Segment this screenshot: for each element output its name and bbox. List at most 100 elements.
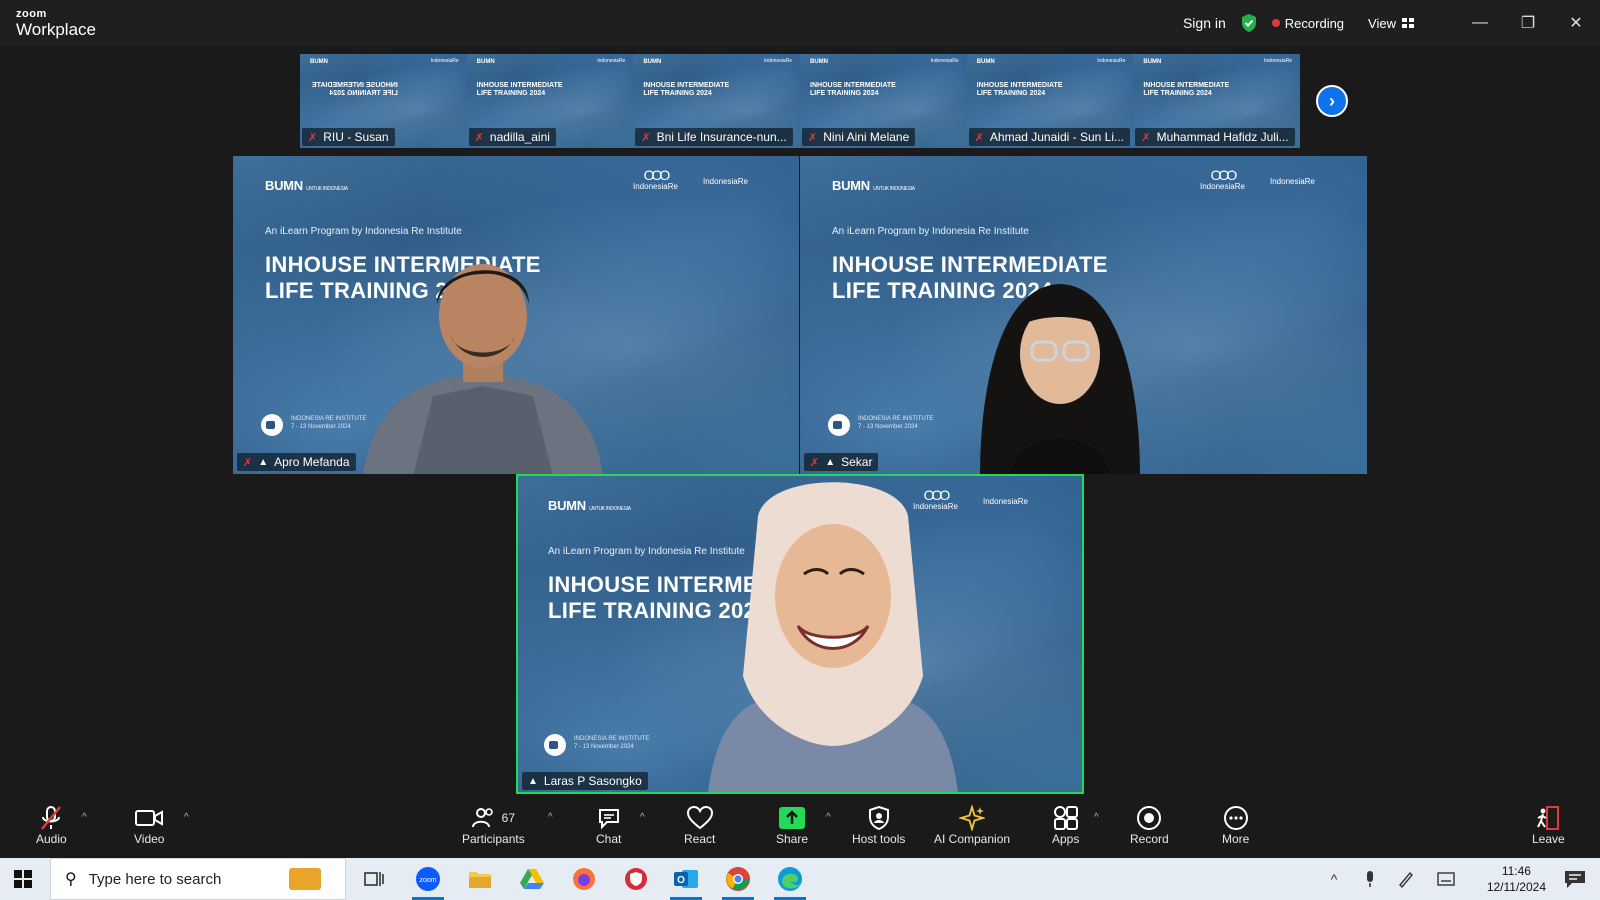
taskbar-search-box[interactable]: ⚲ Type here to search bbox=[50, 858, 346, 900]
keyboard-icon bbox=[1437, 872, 1455, 886]
pen-menu-button[interactable] bbox=[1394, 858, 1418, 900]
participant-thumbnail[interactable]: BUMN IndonesiaRe INHOUSE INTERMEDIATE LI… bbox=[466, 54, 634, 148]
host-tools-button[interactable]: Host tools bbox=[852, 804, 905, 846]
ai-companion-button[interactable]: AI Companion bbox=[934, 804, 1010, 846]
indonesia-re-institute-logo: IndonesiaRe bbox=[1270, 177, 1315, 187]
mic-muted-icon: ✗ bbox=[243, 456, 253, 469]
taskbar-security-app[interactable] bbox=[614, 858, 658, 900]
taskbar-chrome[interactable] bbox=[716, 858, 760, 900]
view-button[interactable]: View bbox=[1368, 16, 1414, 31]
logo-small-text: zoom bbox=[16, 8, 47, 20]
chat-options-caret-icon[interactable]: ^ bbox=[640, 812, 645, 823]
minimize-icon: — bbox=[1472, 14, 1488, 31]
restore-button[interactable]: ❐ bbox=[1504, 0, 1552, 46]
thumb-brand: BUMN bbox=[810, 59, 829, 65]
mic-muted-icon bbox=[41, 806, 62, 830]
taskbar-firefox[interactable] bbox=[562, 858, 606, 900]
participants-count: 67 bbox=[501, 811, 516, 825]
sign-in-link[interactable]: Sign in bbox=[1183, 15, 1226, 31]
leave-button[interactable]: Leave bbox=[1532, 804, 1565, 846]
thumb-headline: INHOUSE INTERMEDIATE LIFE TRAINING 2024 bbox=[810, 82, 896, 97]
brand-text: BUMN bbox=[832, 178, 870, 193]
share-options-caret-icon[interactable]: ^ bbox=[826, 812, 831, 823]
bumn-logo: BUMN UNTUK INDONESIA bbox=[548, 498, 631, 513]
react-button[interactable]: React bbox=[684, 804, 715, 846]
institute-text: INDONESIA RE INSTITUTE bbox=[574, 736, 650, 742]
partner2-text: IndonesiaRe bbox=[1270, 177, 1315, 186]
participant-name-tag: ✗ Muhammad Hafidz Juli... bbox=[1135, 128, 1295, 146]
more-options-icon bbox=[1223, 806, 1248, 830]
microphone-icon bbox=[1367, 871, 1373, 887]
thumb-partner-logo: IndonesiaRe bbox=[930, 58, 959, 64]
participant-thumbnail[interactable]: BUMN IndonesiaRe INHOUSE INTERMEDIATE LI… bbox=[300, 54, 467, 148]
windows-start-icon[interactable] bbox=[14, 870, 32, 888]
edge-icon bbox=[778, 867, 802, 891]
camera-logo-icon bbox=[828, 414, 850, 436]
background-dates: INDONESIA RE INSTITUTE 7 - 13 November 2… bbox=[858, 416, 933, 432]
show-hidden-icons-button[interactable]: ^ bbox=[1322, 858, 1346, 900]
video-tile-sekar[interactable]: BUMN UNTUK INDONESIA OOO IndonesiaRe Indo… bbox=[800, 156, 1367, 474]
participants-options-caret-icon[interactable]: ^ bbox=[548, 812, 553, 823]
thumb-headline: INHOUSE INTERMEDIATE LIFE TRAINING 2024 bbox=[1143, 82, 1230, 97]
participant-thumbnail[interactable]: BUMN IndonesiaRe INHOUSE INTERMEDIATE LI… bbox=[633, 54, 801, 148]
share-button[interactable]: Share bbox=[776, 804, 808, 846]
taskbar-clock[interactable]: 11:46 12/11/2024 bbox=[1487, 863, 1546, 895]
participant-name-tag: ✗ Bni Life Insurance-nun... bbox=[635, 128, 793, 146]
apps-options-caret-icon[interactable]: ^ bbox=[1094, 812, 1099, 823]
task-view-icon bbox=[364, 872, 384, 886]
video-options-caret-icon[interactable]: ^ bbox=[184, 812, 189, 823]
video-button[interactable]: Video bbox=[134, 804, 164, 846]
recording-indicator[interactable]: Recording bbox=[1271, 16, 1344, 31]
chrome-icon bbox=[726, 867, 750, 891]
windows-taskbar: ⚲ Type here to search zoom O ^ 11:46 12/… bbox=[0, 858, 1600, 900]
apps-button[interactable]: Apps bbox=[1052, 804, 1079, 846]
taskbar-file-explorer[interactable] bbox=[458, 858, 502, 900]
video-camera-icon bbox=[135, 810, 164, 826]
participant-name: Ahmad Junaidi - Sun Li... bbox=[989, 130, 1124, 144]
more-button[interactable]: More bbox=[1222, 804, 1249, 846]
participant-name-tag: ✗ RIU - Susan bbox=[302, 128, 395, 146]
taskbar-outlook[interactable]: O bbox=[664, 858, 708, 900]
notification-center-icon[interactable] bbox=[1564, 869, 1586, 889]
taskbar-google-drive[interactable] bbox=[510, 858, 554, 900]
participant-thumbnail[interactable]: BUMN IndonesiaRe INHOUSE INTERMEDIATE LI… bbox=[966, 54, 1134, 148]
participant-thumbnail[interactable]: BUMN IndonesiaRe INHOUSE INTERMEDIATE LI… bbox=[800, 54, 967, 148]
taskbar-zoom-app[interactable]: zoom bbox=[406, 858, 450, 900]
participant-name: Muhammad Hafidz Juli... bbox=[1156, 130, 1289, 144]
dates-text: 7 - 13 November 2024 bbox=[574, 743, 634, 750]
minimize-button[interactable]: — bbox=[1456, 0, 1504, 46]
zoom-workplace-logo: zoom Workplace bbox=[16, 8, 96, 39]
video-tile-apro[interactable]: BUMN UNTUK INDONESIA OOO IndonesiaRe Indo… bbox=[233, 156, 799, 474]
participants-icon bbox=[471, 808, 493, 828]
participant-thumbnail[interactable]: BUMN IndonesiaRe INHOUSE INTERMEDIATE LI… bbox=[1133, 54, 1301, 148]
participant-name: Bni Life Insurance-nun... bbox=[656, 130, 787, 144]
encryption-shield-icon[interactable] bbox=[1240, 13, 1258, 33]
taskbar-edge[interactable] bbox=[768, 858, 812, 900]
restore-icon: ❐ bbox=[1520, 15, 1536, 32]
close-button[interactable]: ✕ bbox=[1552, 0, 1600, 46]
svg-text:zoom: zoom bbox=[419, 877, 436, 884]
heart-icon bbox=[686, 806, 713, 830]
brand-small-text: UNTUK INDONESIA bbox=[589, 506, 631, 512]
microphone-in-use-indicator[interactable] bbox=[1358, 858, 1382, 900]
logo-big-text: Workplace bbox=[16, 20, 96, 39]
participants-button[interactable]: 67 Participants bbox=[462, 804, 525, 846]
next-page-button[interactable]: › bbox=[1316, 85, 1348, 117]
record-button[interactable]: Record bbox=[1130, 804, 1169, 846]
task-view-button[interactable] bbox=[352, 858, 396, 900]
touch-keyboard-button[interactable] bbox=[1434, 858, 1458, 900]
partner1-text: IndonesiaRe bbox=[633, 182, 678, 192]
chevron-right-icon: › bbox=[1329, 90, 1335, 111]
video-tile-laras-active-speaker[interactable]: BUMN UNTUK INDONESIA OOO IndonesiaRe Indo… bbox=[516, 474, 1084, 794]
audio-options-caret-icon[interactable]: ^ bbox=[82, 812, 87, 823]
mic-muted-icon: ✗ bbox=[1141, 131, 1151, 144]
audio-button[interactable]: Audio bbox=[36, 804, 67, 846]
institute-text: INDONESIA RE INSTITUTE bbox=[858, 416, 934, 422]
title-bar: zoom Workplace Sign in Recording View — … bbox=[0, 0, 1600, 46]
indonesia-re-logo: OOO IndonesiaRe bbox=[1200, 167, 1245, 192]
view-label: View bbox=[1368, 15, 1396, 31]
participant-video-person bbox=[363, 264, 603, 474]
chat-button[interactable]: Chat bbox=[596, 804, 621, 846]
participant-name: RIU - Susan bbox=[323, 130, 389, 144]
host-tools-shield-icon bbox=[868, 806, 889, 830]
